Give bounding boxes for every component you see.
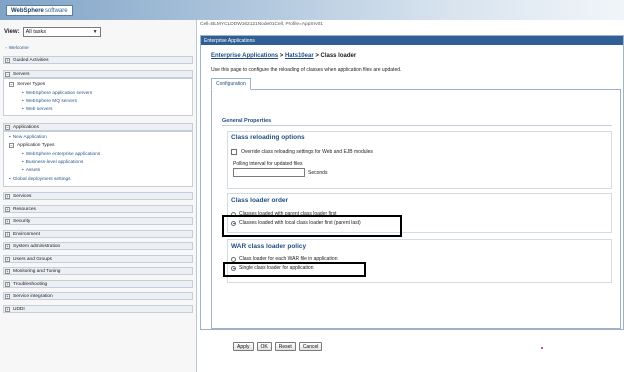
expand-icon: + <box>5 268 10 274</box>
tab-configuration[interactable]: Configuration <box>211 78 251 90</box>
view-select[interactable]: All tasks ▼ <box>22 27 101 37</box>
nav-server-types[interactable]: − Server Types <box>9 82 45 87</box>
expand-icon: + <box>5 206 10 212</box>
nav-enterprise-applications[interactable]: ▪ WebSphere enterprise applications <box>22 152 100 157</box>
reset-button[interactable]: Reset <box>274 342 296 351</box>
nav-section-service-integration[interactable]: + Service integration <box>3 292 193 300</box>
expand-icon: + <box>5 293 10 299</box>
nav-section-users-and-groups[interactable]: + Users and Groups <box>3 255 193 263</box>
view-selector-row: View: All tasks ▼ <box>4 26 193 38</box>
polling-interval-label: Polling interval for updated files <box>233 161 303 167</box>
expand-icon: + <box>5 243 10 249</box>
nav-section-resources[interactable]: + Resources <box>3 205 193 213</box>
button-bar: Apply OK Reset Cancel <box>233 342 323 351</box>
nav-section-uddi[interactable]: + UDDI <box>3 305 193 313</box>
highlight-box <box>223 262 366 277</box>
expand-icon: + <box>5 231 10 237</box>
expand-icon: + <box>5 281 10 287</box>
configuration-content: General Properties Class reloading optio… <box>211 89 621 351</box>
nav-section-system-administration[interactable]: + System administration <box>3 242 193 250</box>
general-properties-heading: General Properties <box>222 118 272 124</box>
nav-websphere-mq-servers[interactable]: ▪ WebSphere MQ servers <box>22 99 77 104</box>
breadcrumb-separator: > <box>278 53 285 59</box>
nav-section-security[interactable]: + Security <box>3 217 193 225</box>
class-reloading-options-box: Class reloading options Override class r… <box>227 131 612 189</box>
breadcrumb-current: Class loader <box>320 53 357 59</box>
nav-websphere-app-servers[interactable]: ▪ WebSphere application servers <box>22 91 92 96</box>
class-reloading-title: Class reloading options <box>231 134 305 141</box>
panel-title: Enterprise Applications <box>201 36 623 45</box>
nav-section-monitoring-and-tuning[interactable]: + Monitoring and Tuning <box>3 267 193 275</box>
nav-business-level-applications[interactable]: ▪ Business-level applications <box>22 160 83 165</box>
nav-web-servers[interactable]: ▪ Web servers <box>22 107 53 112</box>
nav-welcome[interactable]: ▫ Welcome <box>5 46 29 51</box>
nav-new-application[interactable]: ▪ New Application <box>9 135 47 140</box>
collapse-icon: − <box>5 124 10 130</box>
cancel-button[interactable]: Cancel <box>298 342 323 351</box>
view-label: View: <box>4 29 20 35</box>
websphere-logo: WebSphere software <box>6 5 73 16</box>
brand-name: WebSphere <box>11 7 44 14</box>
apply-button[interactable]: Apply <box>233 342 254 351</box>
navigation-panel: View: All tasks ▼ ▫ Welcome + Guided Activ… <box>0 20 197 372</box>
override-reloading-label: Override class reloading settings for We… <box>241 149 373 155</box>
class-loader-order-title: Class loader order <box>231 197 289 204</box>
top-banner: WebSphere software <box>0 0 624 20</box>
nav-section-servers[interactable]: − Servers <box>3 70 193 78</box>
war-each-radio[interactable] <box>231 256 236 262</box>
breadcrumb: Enterprise Applications > Hats10ear > Cl… <box>211 53 356 59</box>
nav-assets[interactable]: ▪ Assets <box>22 168 40 173</box>
override-reloading-checkbox[interactable] <box>231 149 237 155</box>
nav-section-applications[interactable]: − Applications <box>3 123 193 131</box>
breadcrumb-hats10ear[interactable]: Hats10ear <box>285 53 314 59</box>
expand-icon: + <box>5 256 10 262</box>
polling-interval-input[interactable] <box>233 168 305 177</box>
seconds-label: Seconds <box>308 169 328 176</box>
expand-icon: + <box>5 57 10 63</box>
red-marker-dot <box>541 347 543 349</box>
polling-interval-row: Seconds <box>233 168 327 177</box>
nav-section-services[interactable]: + Services <box>3 192 193 200</box>
collapse-icon: − <box>9 143 14 148</box>
nav-section-environment[interactable]: + Environment <box>3 230 193 238</box>
nav-section-guided[interactable]: + Guided Activities <box>3 56 193 64</box>
collapse-icon: − <box>9 82 14 87</box>
enterprise-applications-panel: Enterprise Applications Enterprise Appli… <box>200 35 624 351</box>
brand-suffix: software <box>44 7 68 14</box>
highlight-box <box>222 215 402 237</box>
scope-text: Cell=BLMYCLDDW162121Node01Cell, Profile=… <box>200 22 323 27</box>
ok-button[interactable]: OK <box>256 342 272 351</box>
breadcrumb-enterprise-applications[interactable]: Enterprise Applications <box>211 53 278 59</box>
war-policy-title: WAR class loader policy <box>231 243 307 250</box>
expand-icon: + <box>5 306 10 312</box>
page-description: Use this page to configure the reloading… <box>211 67 402 73</box>
override-reloading-option: Override class reloading settings for We… <box>231 149 373 155</box>
collapse-icon: − <box>5 71 10 77</box>
view-select-value: All tasks <box>25 29 47 35</box>
nav-application-types[interactable]: − Application Types <box>9 143 55 148</box>
chevron-down-icon: ▼ <box>92 29 98 35</box>
expand-icon: + <box>5 218 10 224</box>
nav-global-deployment-settings[interactable]: ▪ Global deployment settings <box>9 177 71 182</box>
expand-icon: + <box>5 193 10 199</box>
breadcrumb-separator: > <box>313 53 321 59</box>
nav-section-troubleshooting[interactable]: + Troubleshooting <box>3 280 193 288</box>
divider <box>222 125 612 126</box>
